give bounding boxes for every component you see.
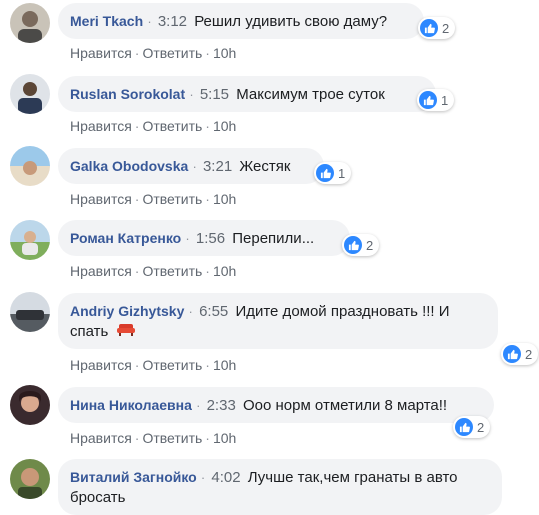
comment-time: 1:56 <box>195 230 226 247</box>
comment-age[interactable]: 10h <box>213 45 236 61</box>
sofa-emoji-icon <box>116 322 135 342</box>
comment-text: Максимум трое суток <box>236 86 385 103</box>
reply-button[interactable]: Ответить <box>142 263 202 279</box>
comment-author[interactable]: Galka Obodovska <box>70 158 188 174</box>
avatar[interactable] <box>10 3 50 43</box>
reply-button[interactable]: Ответить <box>142 357 202 373</box>
like-button[interactable]: Нравится <box>70 263 132 279</box>
comment-age[interactable]: 10h <box>213 118 236 134</box>
comment-time: 2:33 <box>206 397 236 414</box>
comment-text: Решил удивить свою даму? <box>194 13 388 30</box>
reply-button[interactable]: Ответить <box>142 191 202 207</box>
comment-bubble: Виталий Загнойко · 4:02 Лучше так,чем гр… <box>58 459 502 515</box>
reaction-count[interactable]: 2 <box>453 416 491 438</box>
reaction-number: 2 <box>477 419 485 435</box>
comment-time: 6:55 <box>199 303 229 320</box>
reaction-count[interactable]: 2 <box>342 234 380 256</box>
comment-author[interactable]: Роман Катренко <box>70 230 181 246</box>
comment-actions: Нравится · Ответить · 10h <box>70 356 236 374</box>
separator: · <box>189 87 194 102</box>
like-button[interactable]: Нравится <box>70 357 132 373</box>
comment-time: 4:02 <box>211 469 241 486</box>
reply-button[interactable]: Ответить <box>142 430 202 446</box>
comment-actions: Нравится · Ответить · 10h <box>70 190 236 208</box>
like-icon <box>420 19 438 37</box>
reaction-count[interactable]: 1 <box>417 89 455 111</box>
reaction-number: 2 <box>525 346 533 362</box>
comment-bubble: Meri Tkach · 3:12 Решил удивить свою дам… <box>58 3 424 39</box>
like-button[interactable]: Нравится <box>70 430 132 446</box>
dot: · <box>205 191 210 207</box>
dot: · <box>134 118 140 134</box>
like-icon <box>419 91 437 109</box>
reply-button[interactable]: Ответить <box>142 45 202 61</box>
comment-text: Идите домой праздновать !!! И <box>235 303 450 320</box>
comment-author[interactable]: Meri Tkach <box>70 13 143 29</box>
reaction-count[interactable]: 1 <box>314 162 352 184</box>
comment-bubble: Andriy Gizhytsky · 6:55 Идите домой праз… <box>58 293 498 349</box>
reply-button[interactable]: Ответить <box>142 118 202 134</box>
avatar[interactable] <box>10 220 50 260</box>
comment-actions: Нравится · Ответить · 10h <box>70 429 236 447</box>
comment-actions: Нравится · Ответить · 10h <box>70 262 236 280</box>
dot: · <box>134 191 140 207</box>
separator: · <box>147 14 152 29</box>
reaction-number: 2 <box>442 20 450 36</box>
separator: · <box>188 304 193 319</box>
comment-time: 3:21 <box>202 158 233 175</box>
like-button[interactable]: Нравится <box>70 118 132 134</box>
avatar[interactable] <box>10 292 50 332</box>
dot: · <box>205 118 210 134</box>
like-icon <box>344 236 362 254</box>
reaction-number: 1 <box>338 165 346 181</box>
comment-time: 3:12 <box>157 13 188 30</box>
comment-age[interactable]: 10h <box>213 263 236 279</box>
dot: · <box>205 430 210 446</box>
dot: · <box>134 45 140 61</box>
comment-author[interactable]: Andriy Gizhytsky <box>70 303 184 319</box>
comment-bubble: Роман Катренко · 1:56 Перепили... <box>58 220 350 256</box>
comment-time: 5:15 <box>199 86 230 103</box>
avatar[interactable] <box>10 385 50 425</box>
reaction-number: 1 <box>441 92 449 108</box>
comment-age[interactable]: 10h <box>213 430 236 446</box>
reaction-count[interactable]: 2 <box>418 17 456 39</box>
dot: · <box>134 357 140 373</box>
comment-text: Перепили... <box>232 230 315 247</box>
separator: · <box>192 159 197 174</box>
comment-author[interactable]: Виталий Загнойко <box>70 469 197 485</box>
separator: · <box>196 398 201 413</box>
comment-text: спать <box>70 323 109 340</box>
reaction-count[interactable]: 2 <box>501 343 539 365</box>
separator: · <box>185 231 190 246</box>
comment-author[interactable]: Ruslan Sorokolat <box>70 86 185 102</box>
comment-text: Ооо норм отметили 8 марта!! <box>242 397 448 414</box>
comment-text: Жестяк <box>239 158 291 175</box>
like-icon <box>503 345 521 363</box>
comment-bubble: Ruslan Sorokolat · 5:15 Максимум трое су… <box>58 76 436 112</box>
comment-bubble: Нина Николаевна · 2:33 Ооо норм отметили… <box>58 387 494 423</box>
avatar[interactable] <box>10 74 50 114</box>
comment-age[interactable]: 10h <box>213 357 236 373</box>
avatar[interactable] <box>10 459 50 499</box>
comment-age[interactable]: 10h <box>213 191 236 207</box>
comment-actions: Нравится · Ответить · 10h <box>70 44 236 62</box>
like-icon <box>455 418 473 436</box>
dot: · <box>205 263 210 279</box>
like-button[interactable]: Нравится <box>70 191 132 207</box>
dot: · <box>134 263 140 279</box>
comment-text: Лучше так,чем гранаты в авто <box>247 469 458 486</box>
separator: · <box>200 470 206 485</box>
comment-bubble: Galka Obodovska · 3:21 Жестяк <box>58 148 324 184</box>
like-icon <box>316 164 334 182</box>
comment-author[interactable]: Нина Николаевна <box>70 397 192 413</box>
dot: · <box>134 430 140 446</box>
comment-actions: Нравится · Ответить · 10h <box>70 117 236 135</box>
dot: · <box>205 357 210 373</box>
dot: · <box>205 45 210 61</box>
avatar[interactable] <box>10 146 50 186</box>
reaction-number: 2 <box>366 237 374 253</box>
like-button[interactable]: Нравится <box>70 45 132 61</box>
